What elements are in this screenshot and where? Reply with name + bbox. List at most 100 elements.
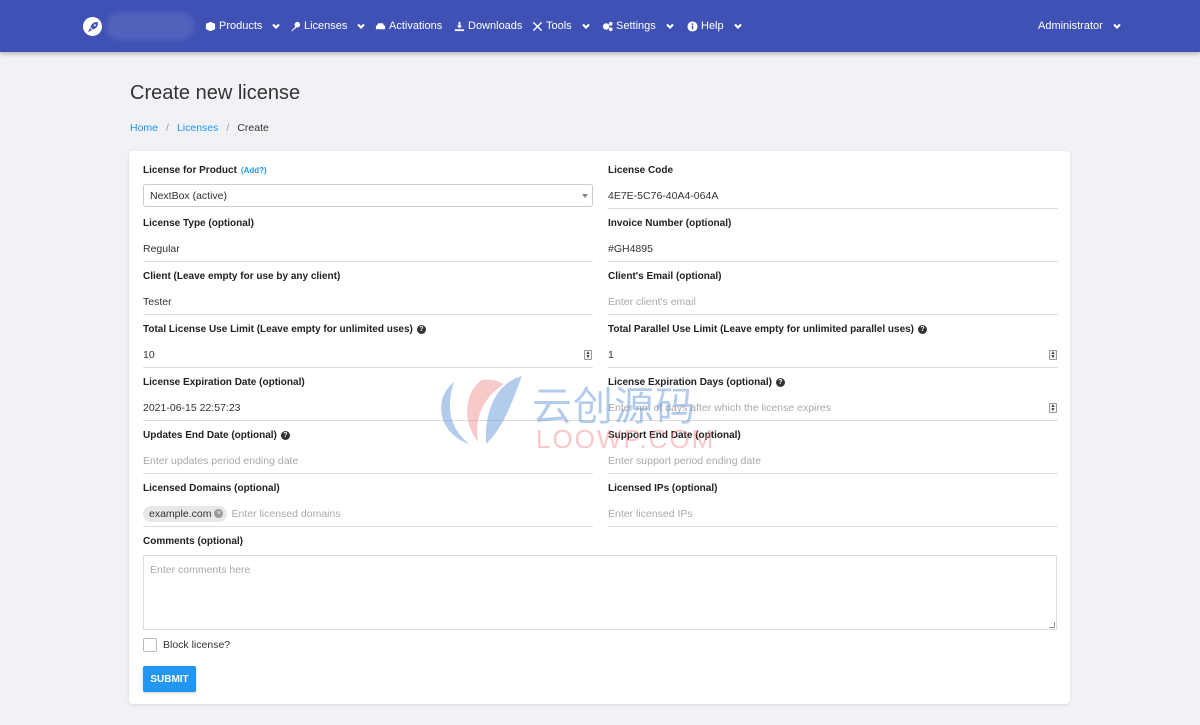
client-label-text: Client (Leave empty for use by any clien… — [143, 271, 341, 282]
user-name: Administrator — [1038, 20, 1103, 32]
nav-downloads-label: Downloads — [468, 20, 523, 32]
domains-label: Licensed Domains (optional) — [143, 483, 280, 494]
nav-products-label: Products — [219, 20, 263, 32]
license-code-input[interactable] — [608, 183, 1058, 208]
domains-input[interactable] — [231, 501, 593, 526]
license-type-label-text: License Type (optional) — [143, 218, 254, 229]
submit-button[interactable]: SUBMIT — [143, 666, 196, 692]
add-product-link[interactable]: (Add?) — [241, 166, 267, 175]
page-title: Create new license — [130, 82, 301, 104]
ips-field[interactable] — [608, 501, 1058, 527]
nav-settings-label: Settings — [616, 20, 656, 32]
number-spinner[interactable]: ▲ ▼ — [1049, 403, 1057, 413]
client-field[interactable] — [143, 289, 593, 315]
support-end-label-text: Support End Date (optional) — [608, 430, 741, 441]
license-code-field[interactable] — [608, 183, 1058, 209]
number-spinner[interactable]: ▲ ▼ — [584, 350, 592, 360]
question-circle-icon[interactable]: ? — [918, 325, 928, 334]
license-type-label: License Type (optional) — [143, 218, 254, 229]
nav-tools-label: Tools — [546, 20, 572, 32]
box-icon — [205, 21, 216, 31]
top-navbar: Products Licenses Activations Downloads … — [0, 0, 1200, 52]
product-label-text: License for Product — [143, 165, 237, 176]
nav-products[interactable]: Products — [205, 18, 281, 34]
expiration-date-input[interactable] — [143, 395, 593, 420]
ips-label: Licensed IPs (optional) — [608, 483, 717, 494]
license-type-field[interactable] — [143, 236, 593, 262]
comments-label: Comments (optional) — [143, 536, 243, 547]
nav-tools[interactable]: Tools — [532, 18, 591, 34]
parallel-limit-input[interactable] — [608, 342, 1058, 367]
expiration-date-field[interactable] — [143, 395, 593, 421]
domains-field[interactable]: example.com × — [143, 501, 593, 527]
breadcrumb-current: Create — [237, 122, 269, 134]
updates-end-label-text: Updates End Date (optional) — [143, 430, 277, 441]
updates-end-field[interactable] — [143, 448, 593, 474]
invoice-label: Invoice Number (optional) — [608, 218, 731, 229]
comments-textarea[interactable] — [144, 556, 1056, 629]
support-end-field[interactable] — [608, 448, 1058, 474]
use-limit-input[interactable] — [143, 342, 593, 367]
client-email-field[interactable] — [608, 289, 1058, 315]
nav-licenses-label: Licenses — [304, 20, 348, 32]
expiration-date-label: License Expiration Date (optional) — [143, 377, 305, 388]
client-email-label: Client's Email (optional) — [608, 271, 722, 282]
question-circle-icon[interactable]: ? — [280, 431, 290, 440]
number-spinner[interactable]: ▲ ▼ — [1049, 350, 1057, 360]
comments-label-text: Comments (optional) — [143, 536, 243, 547]
expiration-days-field[interactable]: ▲▼ — [608, 395, 1058, 421]
nav-activations[interactable]: Activations — [375, 18, 442, 34]
chevron-down-icon — [1113, 23, 1121, 30]
client-email-input[interactable] — [608, 289, 1058, 314]
client-input[interactable] — [143, 289, 593, 314]
license-code-label: License Code — [608, 165, 673, 176]
block-license-row[interactable]: Block license? — [143, 638, 230, 652]
nav-settings[interactable]: Settings — [602, 18, 675, 34]
updates-end-input[interactable] — [143, 448, 593, 473]
updates-end-label: Updates End Date (optional) ? — [143, 430, 290, 441]
nav-help-label: Help — [701, 20, 724, 32]
expiration-days-input[interactable] — [608, 395, 1058, 420]
block-license-checkbox[interactable] — [143, 638, 157, 652]
tools-icon — [532, 21, 543, 31]
question-circle-icon[interactable]: ? — [416, 325, 426, 334]
product-select[interactable]: NextBox (active) — [143, 184, 593, 207]
breadcrumb-licenses[interactable]: Licenses — [177, 122, 218, 134]
product-select-value: NextBox (active) — [150, 189, 228, 202]
comments-field[interactable] — [143, 555, 1057, 630]
breadcrumb-separator: / — [166, 122, 169, 134]
ips-input[interactable] — [608, 501, 1058, 526]
breadcrumb-separator: / — [226, 122, 230, 134]
support-end-input[interactable] — [608, 448, 1058, 473]
support-end-label: Support End Date (optional) — [608, 430, 741, 441]
nav-downloads[interactable]: Downloads — [454, 18, 522, 34]
remove-tag-icon[interactable]: × — [214, 509, 224, 518]
invoice-input[interactable] — [608, 236, 1058, 261]
rocket-icon — [87, 21, 98, 32]
cogs-icon — [602, 21, 613, 31]
car-icon — [375, 22, 386, 29]
invoice-field[interactable] — [608, 236, 1058, 262]
domain-tag: example.com × — [143, 505, 228, 522]
nav-help[interactable]: Help — [687, 18, 743, 34]
info-icon — [687, 20, 698, 32]
license-type-input[interactable] — [143, 236, 593, 261]
client-label: Client (Leave empty for use by any clien… — [143, 271, 340, 282]
use-limit-label-text: Total License Use Limit (Leave empty for… — [143, 324, 413, 335]
nav-licenses[interactable]: Licenses — [290, 18, 366, 34]
client-email-label-text: Client's Email (optional) — [608, 271, 722, 282]
brand-name-blurred[interactable] — [106, 13, 194, 40]
question-circle-icon[interactable]: ? — [775, 378, 785, 387]
parallel-limit-field[interactable]: ▲▼ — [608, 342, 1058, 368]
resize-handle-icon[interactable] — [1049, 622, 1055, 628]
chevron-down-icon — [357, 23, 366, 30]
nav-user-menu[interactable]: Administrator — [1038, 18, 1122, 34]
chevron-down-icon — [272, 23, 281, 30]
domains-label-text: Licensed Domains (optional) — [143, 483, 280, 494]
breadcrumb-home[interactable]: Home — [130, 122, 158, 134]
ips-label-text: Licensed IPs (optional) — [608, 483, 718, 494]
use-limit-label: Total License Use Limit (Leave empty for… — [143, 324, 426, 335]
use-limit-field[interactable]: ▲▼ — [143, 342, 593, 368]
app-logo[interactable] — [83, 17, 102, 36]
download-icon — [454, 21, 465, 31]
